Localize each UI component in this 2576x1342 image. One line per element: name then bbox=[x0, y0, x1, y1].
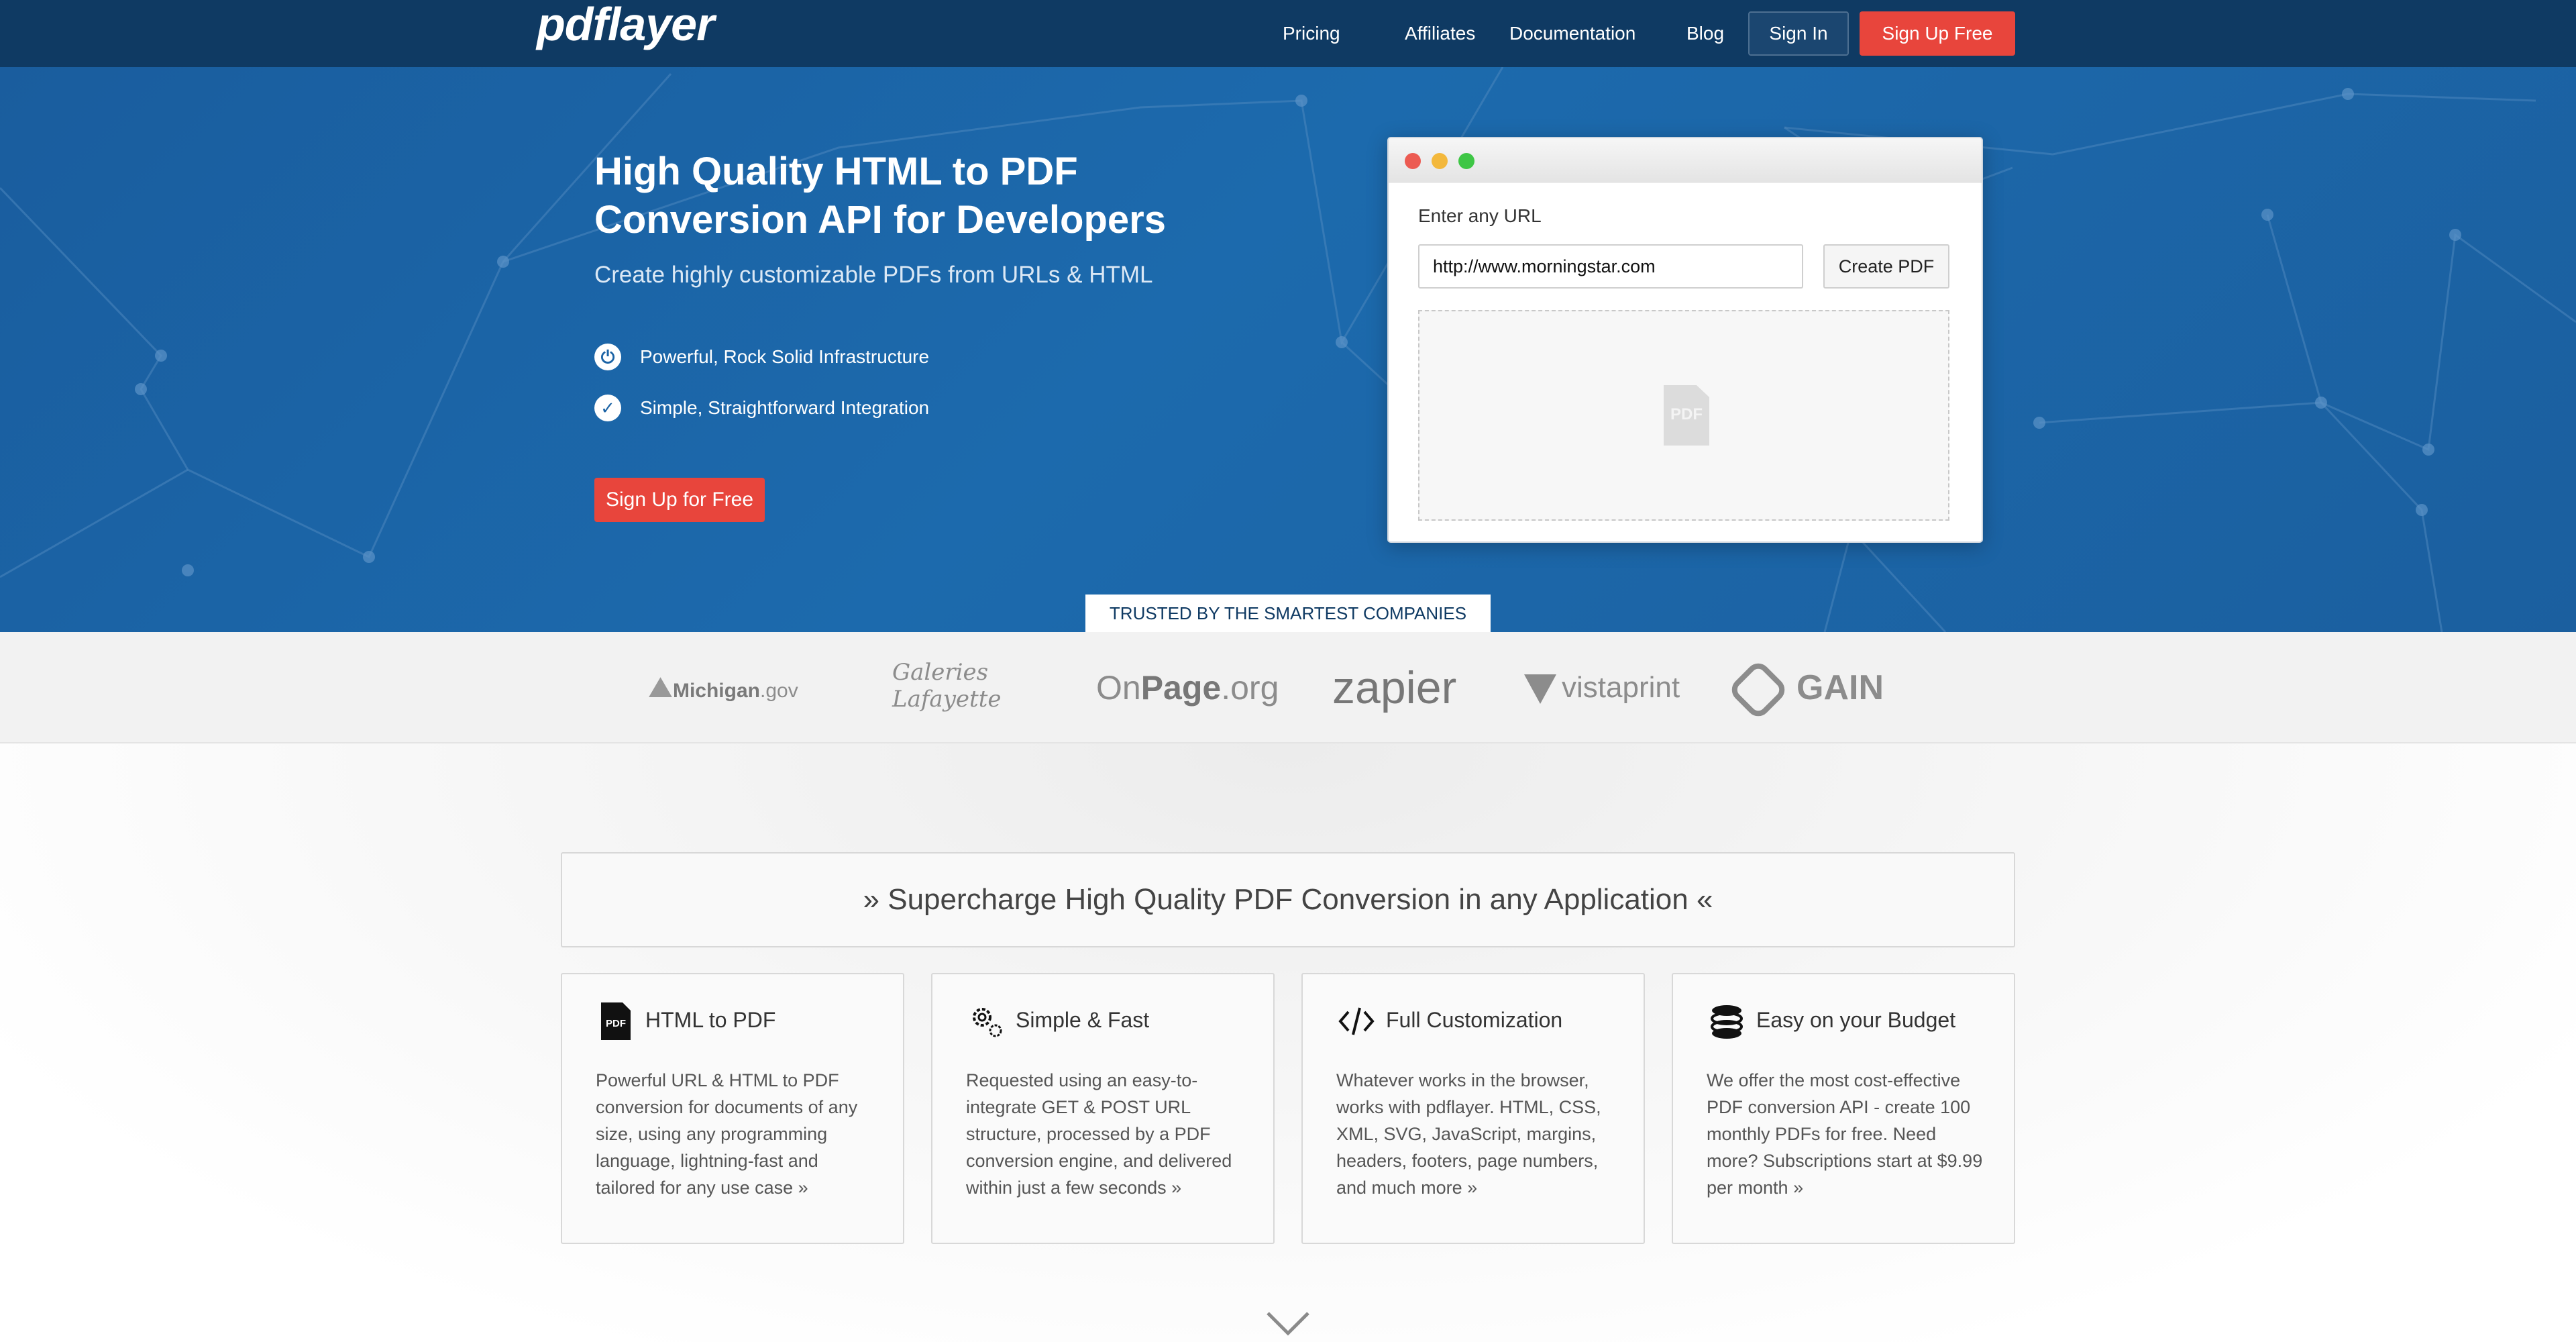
hero-title-line-1: High Quality HTML to PDF bbox=[594, 150, 1078, 193]
window-titlebar bbox=[1389, 138, 1982, 183]
gain-logo: GAIN bbox=[1727, 632, 1884, 743]
trusted-heading: TRUSTED BY THE SMARTEST COMPANIES bbox=[1085, 595, 1491, 632]
nav-pricing[interactable]: Pricing bbox=[1283, 20, 1340, 47]
supercharge-banner: » Supercharge High Quality PDF Conversio… bbox=[561, 852, 2015, 947]
card-title: Easy on your Budget bbox=[1756, 1008, 1956, 1032]
url-input[interactable] bbox=[1418, 244, 1803, 289]
close-dot-icon bbox=[1405, 153, 1421, 169]
card-title: Simple & Fast bbox=[1016, 1008, 1150, 1032]
client-logos: ⛰Michigan.gov Galeries Lafayette OnPage.… bbox=[0, 632, 2576, 743]
create-pdf-button[interactable]: Create PDF bbox=[1823, 244, 1949, 289]
nav-documentation[interactable]: Documentation bbox=[1509, 20, 1635, 47]
check-circle-icon: ✓ bbox=[594, 395, 621, 421]
nav-affiliates[interactable]: Affiliates bbox=[1405, 20, 1475, 47]
sign-up-free-button[interactable]: Sign Up Free bbox=[1860, 11, 2015, 56]
pdf-file-icon: PDF bbox=[601, 1002, 631, 1040]
zapier-logo: zapier bbox=[1332, 662, 1457, 713]
url-label: Enter any URL bbox=[1418, 205, 1542, 226]
sign-in-button[interactable]: Sign In bbox=[1748, 11, 1849, 56]
feature-card-full-customization: Full Customization Whatever works in the… bbox=[1301, 973, 1645, 1244]
vistaprint-logo: vistaprint bbox=[1524, 632, 1680, 743]
hero-title-line-2: Conversion API for Developers bbox=[594, 198, 1166, 242]
feature-card-html-to-pdf: PDF HTML to PDF Powerful URL & HTML to P… bbox=[561, 973, 904, 1244]
feature-label: Powerful, Rock Solid Infrastructure bbox=[640, 346, 930, 367]
michigan-logo-suffix: .gov bbox=[759, 680, 798, 702]
feature-label: Simple, Straightforward Integration bbox=[640, 397, 930, 418]
hero-subtitle: Create highly customizable PDFs from URL… bbox=[594, 262, 1153, 288]
onpage-logo-part: On bbox=[1096, 669, 1141, 707]
card-body[interactable]: Powerful URL & HTML to PDF conversion fo… bbox=[596, 1067, 877, 1201]
onpage-logo-part: Page bbox=[1140, 669, 1222, 707]
pdf-file-icon: PDF bbox=[1664, 385, 1709, 446]
network-background bbox=[0, 67, 2576, 632]
top-navbar: pdflayer Pricing Affiliates Documentatio… bbox=[0, 0, 2576, 67]
nav-blog[interactable]: Blog bbox=[1686, 20, 1724, 47]
michigan-map-icon: ⛰ bbox=[648, 671, 673, 704]
card-body[interactable]: Requested using an easy-to-integrate GET… bbox=[966, 1067, 1248, 1201]
demo-window: Enter any URL Create PDF PDF bbox=[1387, 137, 1983, 543]
gears-icon bbox=[973, 1008, 1002, 1037]
chevron-down-icon[interactable] bbox=[1265, 1310, 1311, 1337]
card-title: Full Customization bbox=[1386, 1008, 1563, 1032]
minimize-dot-icon bbox=[1432, 153, 1448, 169]
features-section: » Supercharge High Quality PDF Conversio… bbox=[0, 743, 2576, 1342]
hero-title: High Quality HTML to PDF Conversion API … bbox=[594, 148, 1265, 244]
pdf-icon-label: PDF bbox=[1670, 405, 1703, 423]
michigan-logo: ⛰Michigan.gov bbox=[648, 632, 798, 743]
feature-card-budget: Easy on your Budget We offer the most co… bbox=[1672, 973, 2015, 1244]
pdflayer-logo[interactable]: pdflayer bbox=[537, 0, 714, 54]
vistaprint-logo-text: vistaprint bbox=[1562, 671, 1680, 704]
hero-section: High Quality HTML to PDF Conversion API … bbox=[0, 67, 2576, 632]
coins-icon bbox=[1711, 1005, 1743, 1039]
plug-icon: ⏻ bbox=[594, 344, 621, 370]
galeries-lafayette-logo: Galeries Lafayette bbox=[892, 659, 1002, 713]
sign-up-for-free-button[interactable]: Sign Up for Free bbox=[594, 478, 765, 522]
maximize-dot-icon bbox=[1458, 153, 1474, 169]
pdf-preview-area: PDF bbox=[1418, 310, 1949, 521]
onpage-logo: OnPage.org bbox=[1096, 632, 1279, 743]
code-icon bbox=[1338, 1007, 1375, 1035]
michigan-logo-text: Michigan bbox=[672, 680, 760, 702]
onpage-logo-part: .org bbox=[1221, 669, 1279, 707]
card-body[interactable]: We offer the most cost-effective PDF con… bbox=[1707, 1067, 1988, 1201]
gain-logo-text: GAIN bbox=[1796, 668, 1884, 707]
card-title: HTML to PDF bbox=[645, 1008, 776, 1032]
svg-text:PDF: PDF bbox=[606, 1018, 626, 1029]
vistaprint-mark-icon bbox=[1524, 674, 1556, 705]
gain-mark-icon bbox=[1727, 658, 1790, 721]
card-body[interactable]: Whatever works in the browser, works wit… bbox=[1336, 1067, 1618, 1201]
feature-card-simple-fast: Simple & Fast Requested using an easy-to… bbox=[931, 973, 1275, 1244]
